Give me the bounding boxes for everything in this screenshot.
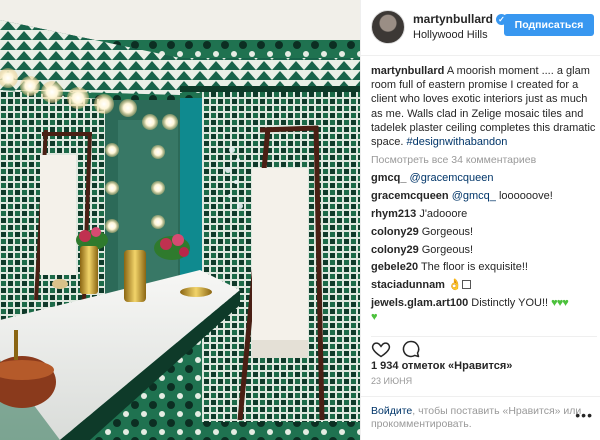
comment-username[interactable]: colony29: [371, 226, 419, 238]
comment-username[interactable]: jewels.glam.art100: [371, 297, 468, 309]
caption-hashtag[interactable]: #designwithabandon: [406, 136, 507, 148]
post-details-panel: martynbullard ✓ Hollywood Hills Подписать…: [360, 0, 600, 440]
comment-text: The floor is exquisite!!: [420, 261, 528, 274]
comment-text: J'adooore: [419, 208, 468, 221]
comment-username[interactable]: gmcq_: [371, 172, 406, 184]
comment-item: gmcq_ @gracemcqueen: [371, 171, 597, 185]
comment-item: jewels.glam.art100 Distinctly YOU!! ♥♥♥ …: [371, 296, 597, 324]
comment-item: gracemcqueen @gmcq_ loooooove!: [371, 189, 597, 203]
author-username-row[interactable]: martynbullard ✓: [413, 12, 508, 26]
post-actions: [371, 336, 597, 358]
comment-username[interactable]: gracemcqueen: [371, 190, 449, 202]
likes-count[interactable]: 1 934 отметок «Нравится»: [371, 360, 512, 372]
moorish-room-image: [0, 0, 360, 440]
ok-hand-emoji-icon: 👌: [448, 279, 462, 292]
avatar[interactable]: [371, 10, 405, 44]
login-link[interactable]: Войдите: [371, 405, 412, 417]
comment-username[interactable]: colony29: [371, 244, 419, 256]
login-prompt: Войдите, чтобы поставить «Нравится» или …: [361, 396, 600, 440]
comment-text: loooooove!: [498, 190, 553, 203]
unknown-emoji-icon: [461, 280, 471, 290]
follow-button[interactable]: Подписаться: [504, 14, 594, 36]
green-heart-emoji-icon: ♥♥♥: [551, 297, 569, 309]
heart-outline-icon[interactable]: [371, 339, 393, 359]
view-all-comments-link[interactable]: Посмотреть все 34 комментариев: [371, 153, 597, 167]
comment-bubble-icon[interactable]: [401, 339, 423, 359]
caption-username[interactable]: martynbullard: [371, 65, 444, 77]
comment-username[interactable]: gebele20: [371, 261, 418, 273]
comment-item: staciadunnam 👌: [371, 278, 597, 292]
comment-username[interactable]: rhym213: [371, 208, 416, 220]
post-header: martynbullard ✓ Hollywood Hills Подписать…: [361, 0, 600, 56]
post-photo[interactable]: [0, 0, 360, 440]
author-username[interactable]: martynbullard: [413, 12, 493, 26]
post-caption: martynbullard A moorish moment .... a gl…: [371, 64, 597, 149]
comment-text: Distinctly YOU!!: [471, 297, 549, 309]
comment-item: gebele20 The floor is exquisite!!: [371, 260, 597, 274]
post-date: 23 июня: [371, 376, 413, 386]
comments-section: martynbullard A moorish moment .... a gl…: [371, 64, 597, 328]
post-location[interactable]: Hollywood Hills: [413, 29, 488, 41]
comment-item: rhym213 J'adooore: [371, 207, 597, 221]
comment-username[interactable]: staciadunnam: [371, 279, 445, 291]
comment-mention[interactable]: @gmcq_: [452, 190, 496, 202]
comment-item: colony29 Gorgeous!: [371, 225, 597, 239]
comment-text: Gorgeous!: [421, 243, 474, 256]
comment-item: colony29 Gorgeous!: [371, 243, 597, 257]
comment-text[interactable]: @gracemcqueen: [410, 172, 494, 184]
comment-text: Gorgeous!: [421, 225, 474, 238]
more-options-icon[interactable]: •••: [575, 408, 593, 422]
green-heart-emoji-icon: ♥: [371, 311, 377, 324]
